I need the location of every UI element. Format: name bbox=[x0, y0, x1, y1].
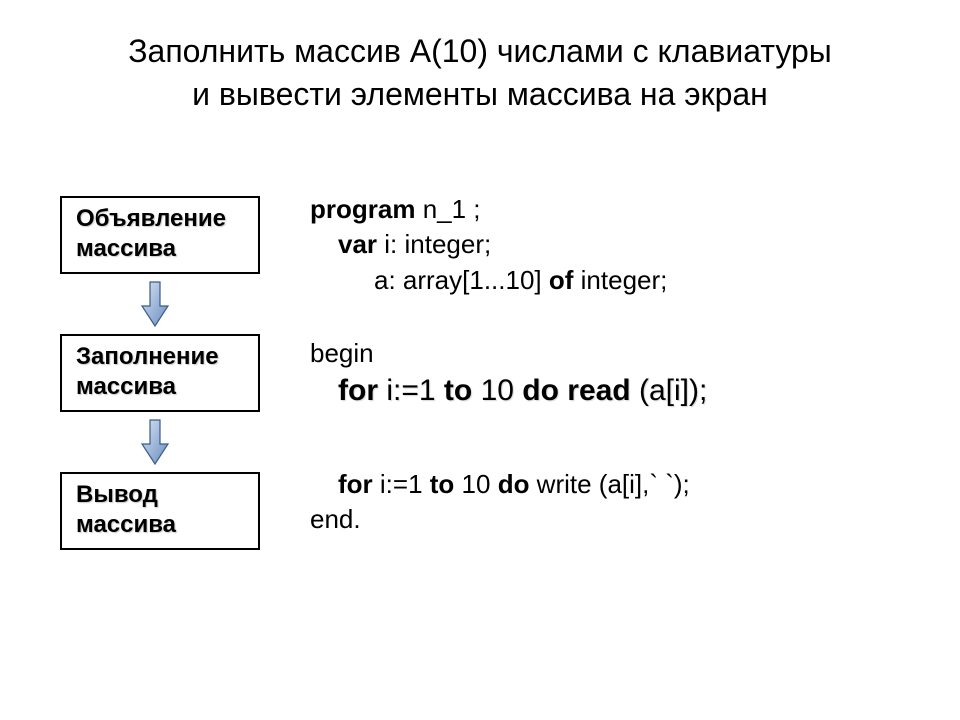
box-declare: Объявление массива bbox=[60, 196, 260, 274]
for1-semi: ; bbox=[699, 374, 707, 407]
title-line2: и вывести элементы массива на экран bbox=[192, 76, 768, 112]
for2-end: write (a[i],` `); bbox=[529, 469, 689, 499]
kw-begin: begin bbox=[310, 338, 374, 368]
end-dot: . bbox=[353, 504, 360, 534]
kw-to1: to bbox=[444, 374, 472, 407]
for1-eq: = bbox=[401, 374, 419, 407]
kw-of: of bbox=[549, 265, 574, 295]
kw-for1: for bbox=[338, 374, 378, 407]
box-output-l2: массива bbox=[76, 511, 176, 538]
code-column: program n_1 ; var i: integer; a: array[1… bbox=[300, 196, 960, 550]
box-output-l1: Вывод bbox=[76, 481, 158, 508]
for1-m3: 10 bbox=[472, 374, 522, 407]
code-declare: program n_1 ; var i: integer; a: array[1… bbox=[310, 192, 960, 297]
kw-do2: do bbox=[498, 469, 530, 499]
kw-for2: for bbox=[338, 469, 373, 499]
arr-post: integer; bbox=[573, 265, 667, 295]
kw-program: program bbox=[310, 194, 415, 224]
box-output: Вывод массива bbox=[60, 472, 260, 550]
title-line1: Заполнить массив А(10) числами с клавиат… bbox=[128, 33, 832, 69]
box-declare-l1: Объявление bbox=[76, 205, 226, 232]
for2-m2: 10 bbox=[454, 469, 497, 499]
left-column: Объявление массива Заполнение массива bbox=[0, 196, 300, 550]
code-fill: begin for i:=1 to 10 do read (a[i]); bbox=[310, 336, 960, 412]
arrow-down-icon bbox=[140, 418, 170, 466]
box-fill-l2: массива bbox=[76, 373, 176, 400]
for1-m1: i: bbox=[378, 374, 401, 407]
var-decl: i: integer; bbox=[377, 229, 491, 259]
arr-pre: a: array[1...10] bbox=[374, 265, 549, 295]
code-output: for i:=1 to 10 do write (a[i],` `); end. bbox=[310, 467, 960, 537]
kw-to2: to bbox=[430, 469, 455, 499]
program-name: n_1 ; bbox=[415, 194, 480, 224]
content-area: Объявление массива Заполнение массива bbox=[0, 196, 960, 550]
box-declare-l2: массива bbox=[76, 235, 176, 262]
box-fill: Заполнение массива bbox=[60, 334, 260, 412]
for1-end: (a[i]) bbox=[631, 374, 699, 407]
kw-var: var bbox=[338, 229, 377, 259]
for2-m1: i:=1 bbox=[373, 469, 430, 499]
arrow-down-icon bbox=[140, 280, 170, 328]
kw-end: end bbox=[310, 504, 353, 534]
for1-m2: 1 bbox=[419, 374, 444, 407]
box-fill-l1: Заполнение bbox=[76, 343, 219, 370]
slide-title: Заполнить массив А(10) числами с клавиат… bbox=[0, 0, 960, 116]
kw-do1: do read bbox=[522, 374, 630, 407]
